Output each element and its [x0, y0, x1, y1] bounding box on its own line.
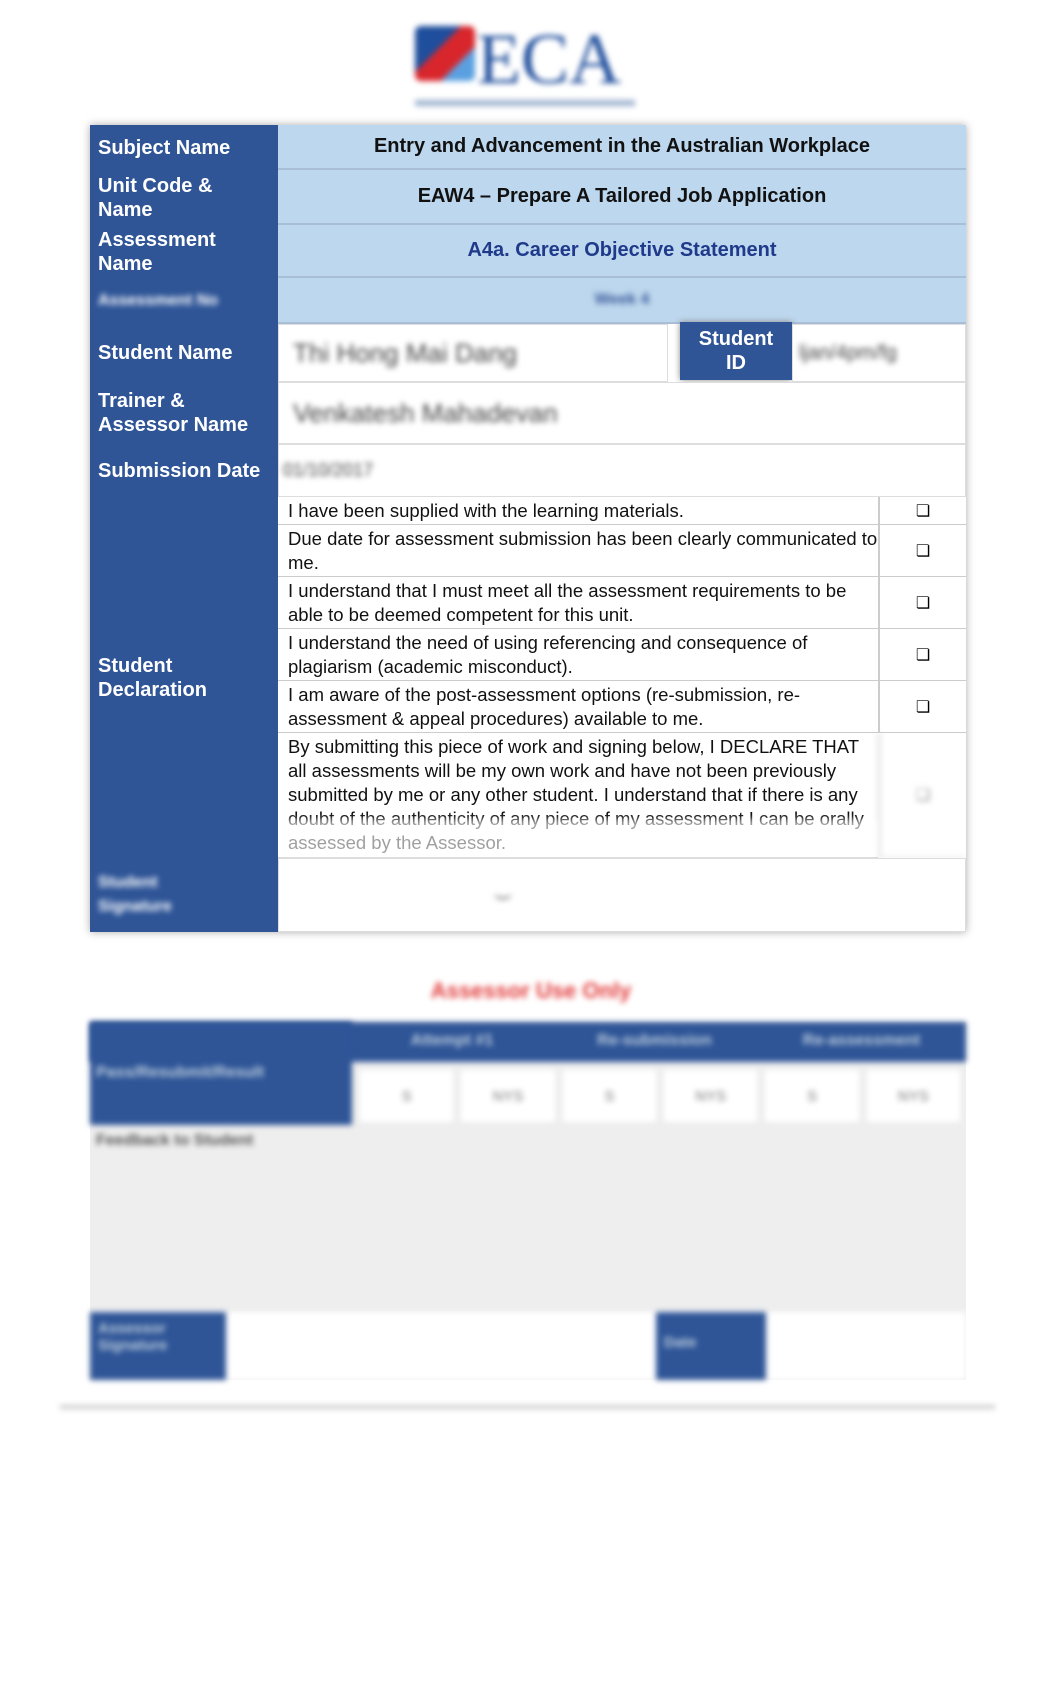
declaration-item: Due date for assessment submission has b… [278, 525, 878, 577]
declaration-item: I have been supplied with the learning m… [278, 497, 878, 525]
eca-logo: ECA [415, 18, 635, 108]
trainer-label: Trainer & Assessor Name [98, 390, 249, 436]
date-label: Date [656, 1312, 766, 1380]
declaration-item: I am aware of the post-assessment option… [278, 681, 878, 733]
cover-table: Subject Name Entry and Advancement in th… [90, 125, 966, 932]
subject-label: Subject Name [98, 136, 231, 159]
option-nys[interactable]: NYS [663, 1070, 758, 1122]
student-id-value[interactable]: ljan/4pm/fg [799, 342, 897, 365]
column-reassessment: Re-assessment [802, 1032, 921, 1049]
feedback-label: Feedback to Student [96, 1132, 254, 1149]
submission-value[interactable]: 01/10/2017 [283, 460, 373, 481]
submission-label: Submission Date [98, 459, 261, 482]
option-s[interactable]: S [562, 1070, 656, 1122]
option-s[interactable]: S [765, 1070, 859, 1122]
subject-value: Entry and Advancement in the Australian … [278, 125, 966, 170]
checkbox[interactable]: ❏ [878, 681, 966, 733]
assessor-title: Assessor Use Only [430, 978, 632, 1003]
declaration-item: I understand the need of using referenci… [278, 629, 878, 681]
assessor-signature-label: Assessor Signature [90, 1312, 226, 1380]
unit-label: Unit Code & Name [98, 174, 213, 221]
assessment-label: Assessment Name [98, 228, 216, 275]
checkbox[interactable]: ❏ [878, 577, 966, 629]
column-resubmission: Re-submission [597, 1032, 712, 1049]
student-name-value[interactable]: Thi Hong Mai Dang [293, 338, 517, 369]
option-nys[interactable]: NYS [461, 1070, 555, 1122]
assessment-no-label: Assessment No [98, 292, 219, 309]
signature-label: Student Signature [98, 874, 172, 915]
checkbox[interactable]: ❏ [878, 525, 966, 577]
checkbox[interactable]: ❏ [878, 497, 966, 525]
assessment-no-value: Week 4 [594, 291, 650, 308]
trainer-value[interactable]: Venkatesh Mahadevan [293, 398, 558, 429]
option-nys[interactable]: NYS [866, 1070, 960, 1122]
declaration-label: Student Declaration [98, 654, 207, 701]
declaration-item: I understand that I must meet all the as… [278, 577, 878, 629]
feedback-field[interactable] [90, 1152, 966, 1332]
signature-field[interactable]: ⌣ [278, 858, 966, 932]
unit-value: EAW4 – Prepare A Tailored Job Applicatio… [278, 170, 966, 225]
option-s[interactable]: S [360, 1070, 454, 1122]
student-id-label: Student ID [680, 322, 792, 380]
declaration-list: I have been supplied with the learning m… [278, 497, 966, 858]
checkbox[interactable]: ❏ [878, 629, 966, 681]
logo-text: ECA [477, 19, 621, 99]
page-divider [60, 1405, 995, 1409]
result-label: Pass/Resubmit/Result [96, 1064, 265, 1081]
assessment-value: A4a. Career Objective Statement [278, 225, 966, 278]
checkbox[interactable]: ❏ [878, 733, 966, 858]
column-attempt: Attempt #1 [410, 1032, 494, 1049]
student-name-label: Student Name [98, 342, 233, 364]
assessor-table: Pass/Resubmit/Result Attempt #1 Re-submi… [90, 1022, 966, 1380]
